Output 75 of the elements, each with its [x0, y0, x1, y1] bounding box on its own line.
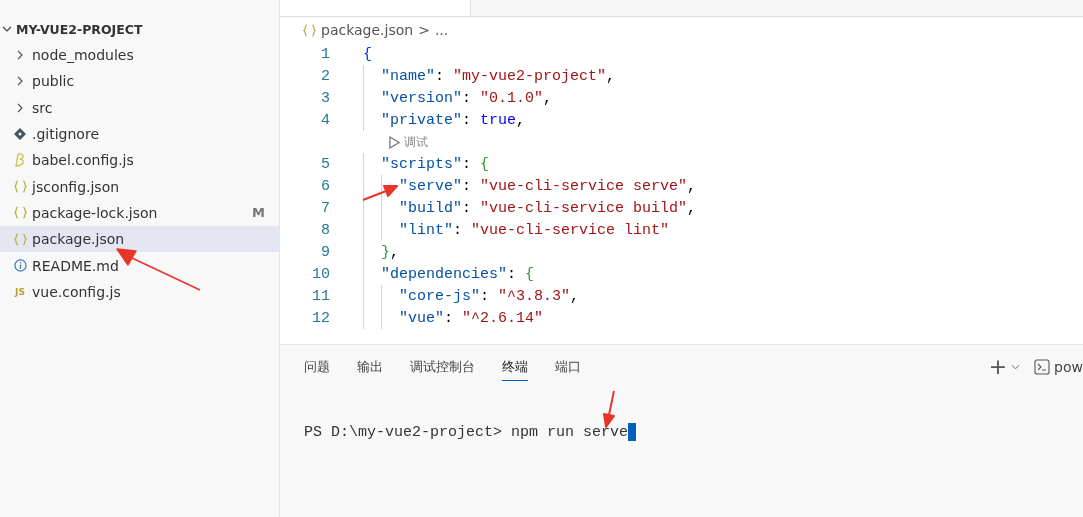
terminal-command: npm run serve — [511, 423, 629, 441]
file-tree-item[interactable]: JS vue.config.js — [0, 278, 279, 305]
panel-tab[interactable]: 调试控制台 — [410, 353, 475, 381]
line-number: 10 — [311, 265, 331, 283]
terminal-icon — [1034, 359, 1051, 375]
line-number: 5 — [320, 155, 331, 173]
chevron-icon — [15, 49, 25, 62]
project-folder-row[interactable]: MY-VUE2-PROJECT — [0, 16, 279, 42]
line-number: 9 — [320, 243, 331, 261]
file-tree-item[interactable]: public — [0, 68, 279, 95]
annotation-arrow — [362, 185, 398, 201]
braces-icon — [13, 206, 27, 220]
terminal-prompt: PS D:\my-vue2-project> — [304, 423, 504, 441]
braces-icon — [13, 232, 27, 246]
panel-tab[interactable]: 终端 — [502, 353, 528, 381]
file-name: package-lock.json — [32, 204, 159, 221]
line-number: 12 — [311, 309, 331, 327]
file-name: .gitignore — [32, 126, 100, 143]
code-line: "scripts": { — [363, 153, 490, 175]
file-tree-item[interactable]: .gitignore — [0, 120, 279, 148]
braces-icon — [13, 180, 27, 194]
file-tree-item[interactable]: package.json — [0, 226, 279, 253]
line-number: 11 — [311, 287, 331, 305]
line-number: 3 — [320, 89, 331, 107]
new-terminal-button[interactable]: + — [988, 356, 1008, 378]
file-name: package.json — [32, 231, 126, 248]
letter-b-icon — [14, 153, 26, 168]
file-tree-item[interactable]: package-lock.json M — [0, 199, 279, 227]
panel-tab[interactable]: 问题 — [304, 353, 330, 381]
info-icon — [13, 259, 27, 272]
chevron-icon — [15, 101, 25, 114]
diamond-icon — [14, 128, 26, 141]
play-icon — [389, 135, 400, 149]
line-number: 8 — [320, 221, 331, 239]
breadcrumb-item[interactable]: ... — [434, 22, 449, 38]
file-name: public — [32, 73, 76, 90]
code-line: "version": "0.1.0", — [363, 87, 553, 109]
braces-icon — [303, 23, 316, 37]
code-line: "name": "my-vue2-project", — [363, 65, 616, 87]
terminal-shell-name[interactable]: pow — [1054, 359, 1083, 375]
file-tree-item[interactable]: jsconfig.json — [0, 173, 279, 200]
code-line: "vue": "^2.6.14" — [363, 307, 544, 329]
caret-icon[interactable] — [1011, 364, 1021, 370]
file-name: src — [32, 99, 54, 116]
debug-link[interactable]: 调试 — [404, 133, 428, 151]
js-file-label: JS — [15, 286, 25, 297]
annotation-arrow — [603, 390, 615, 428]
code-line: "lint": "vue-cli-service lint" — [363, 219, 670, 241]
file-name: jsconfig.json — [32, 178, 121, 195]
file-tree-item[interactable]: node_modules — [0, 42, 279, 69]
file-tree-item[interactable]: src — [0, 94, 279, 121]
code-line: "private": true, — [363, 109, 526, 131]
code-line: }, — [363, 241, 400, 263]
file-tree-item[interactable]: babel.config.js — [0, 147, 279, 174]
file-name: vue.config.js — [32, 283, 122, 300]
project-folder-name: MY-VUE2-PROJECT — [16, 21, 143, 37]
code-line: { — [363, 44, 372, 65]
file-name: babel.config.js — [32, 152, 135, 169]
code-line: "dependencies": { — [363, 263, 535, 285]
text-cursor — [628, 423, 637, 441]
line-number: 6 — [320, 177, 331, 195]
line-number: 2 — [320, 67, 331, 85]
chevron-icon — [15, 75, 25, 88]
panel-tab[interactable]: 端口 — [555, 353, 581, 381]
file-tree-item[interactable]: README.md — [0, 252, 279, 279]
panel-tab[interactable]: 输出 — [357, 353, 383, 381]
breadcrumb-item[interactable]: package.json — [321, 22, 414, 38]
line-number: 1 — [320, 45, 331, 63]
line-number: 4 — [320, 111, 331, 129]
modified-indicator: M — [252, 205, 265, 221]
file-name: node_modules — [32, 47, 135, 64]
code-line: "core-js": "^3.8.3", — [363, 285, 580, 307]
line-number: 7 — [320, 199, 331, 217]
file-name: README.md — [32, 257, 120, 274]
breadcrumb-separator: > — [418, 22, 430, 38]
